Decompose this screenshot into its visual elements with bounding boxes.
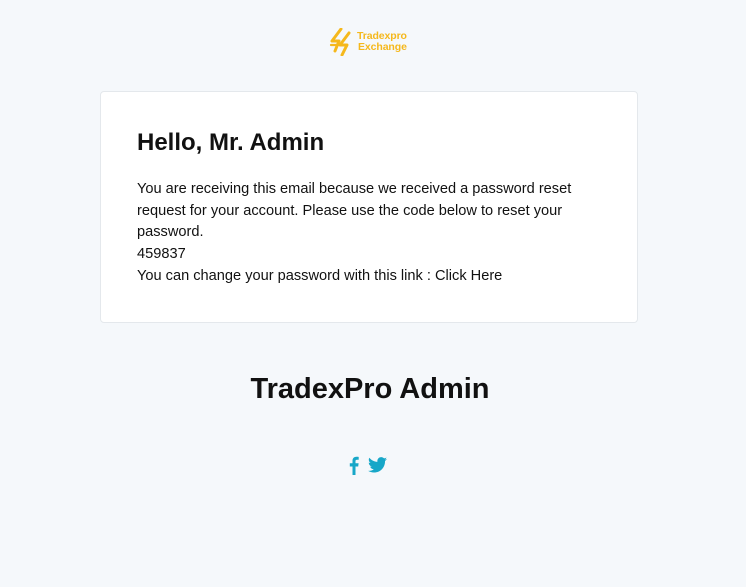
twitter-link[interactable]: [368, 457, 387, 473]
brand-wordmark: Tradexpro Exchange: [357, 31, 407, 53]
bolt-logo-icon: [329, 28, 351, 56]
footer-signature: TradexPro Admin: [250, 373, 490, 405]
facebook-icon: [349, 456, 359, 475]
reset-link[interactable]: Click Here: [435, 268, 502, 284]
reset-link-prefix: You can change your password with this l…: [137, 267, 435, 284]
reset-message: You are receiving this email because we …: [137, 181, 572, 241]
email-body: You are receiving this email because we …: [137, 179, 577, 288]
reset-link-line: You can change your password with this l…: [137, 266, 577, 288]
social-links: [349, 455, 387, 475]
twitter-icon: [368, 457, 387, 473]
greeting-heading: Hello, Mr. Admin: [137, 129, 325, 156]
email-card: Hello, Mr. Admin You are receiving this …: [100, 91, 638, 323]
brand-logo: Tradexpro Exchange: [329, 27, 417, 57]
brand-line2: Exchange: [358, 41, 407, 53]
reset-code: 459837: [137, 246, 186, 263]
email-page: Tradexpro Exchange Hello, Mr. Admin You …: [0, 0, 746, 587]
facebook-link[interactable]: [349, 456, 359, 475]
